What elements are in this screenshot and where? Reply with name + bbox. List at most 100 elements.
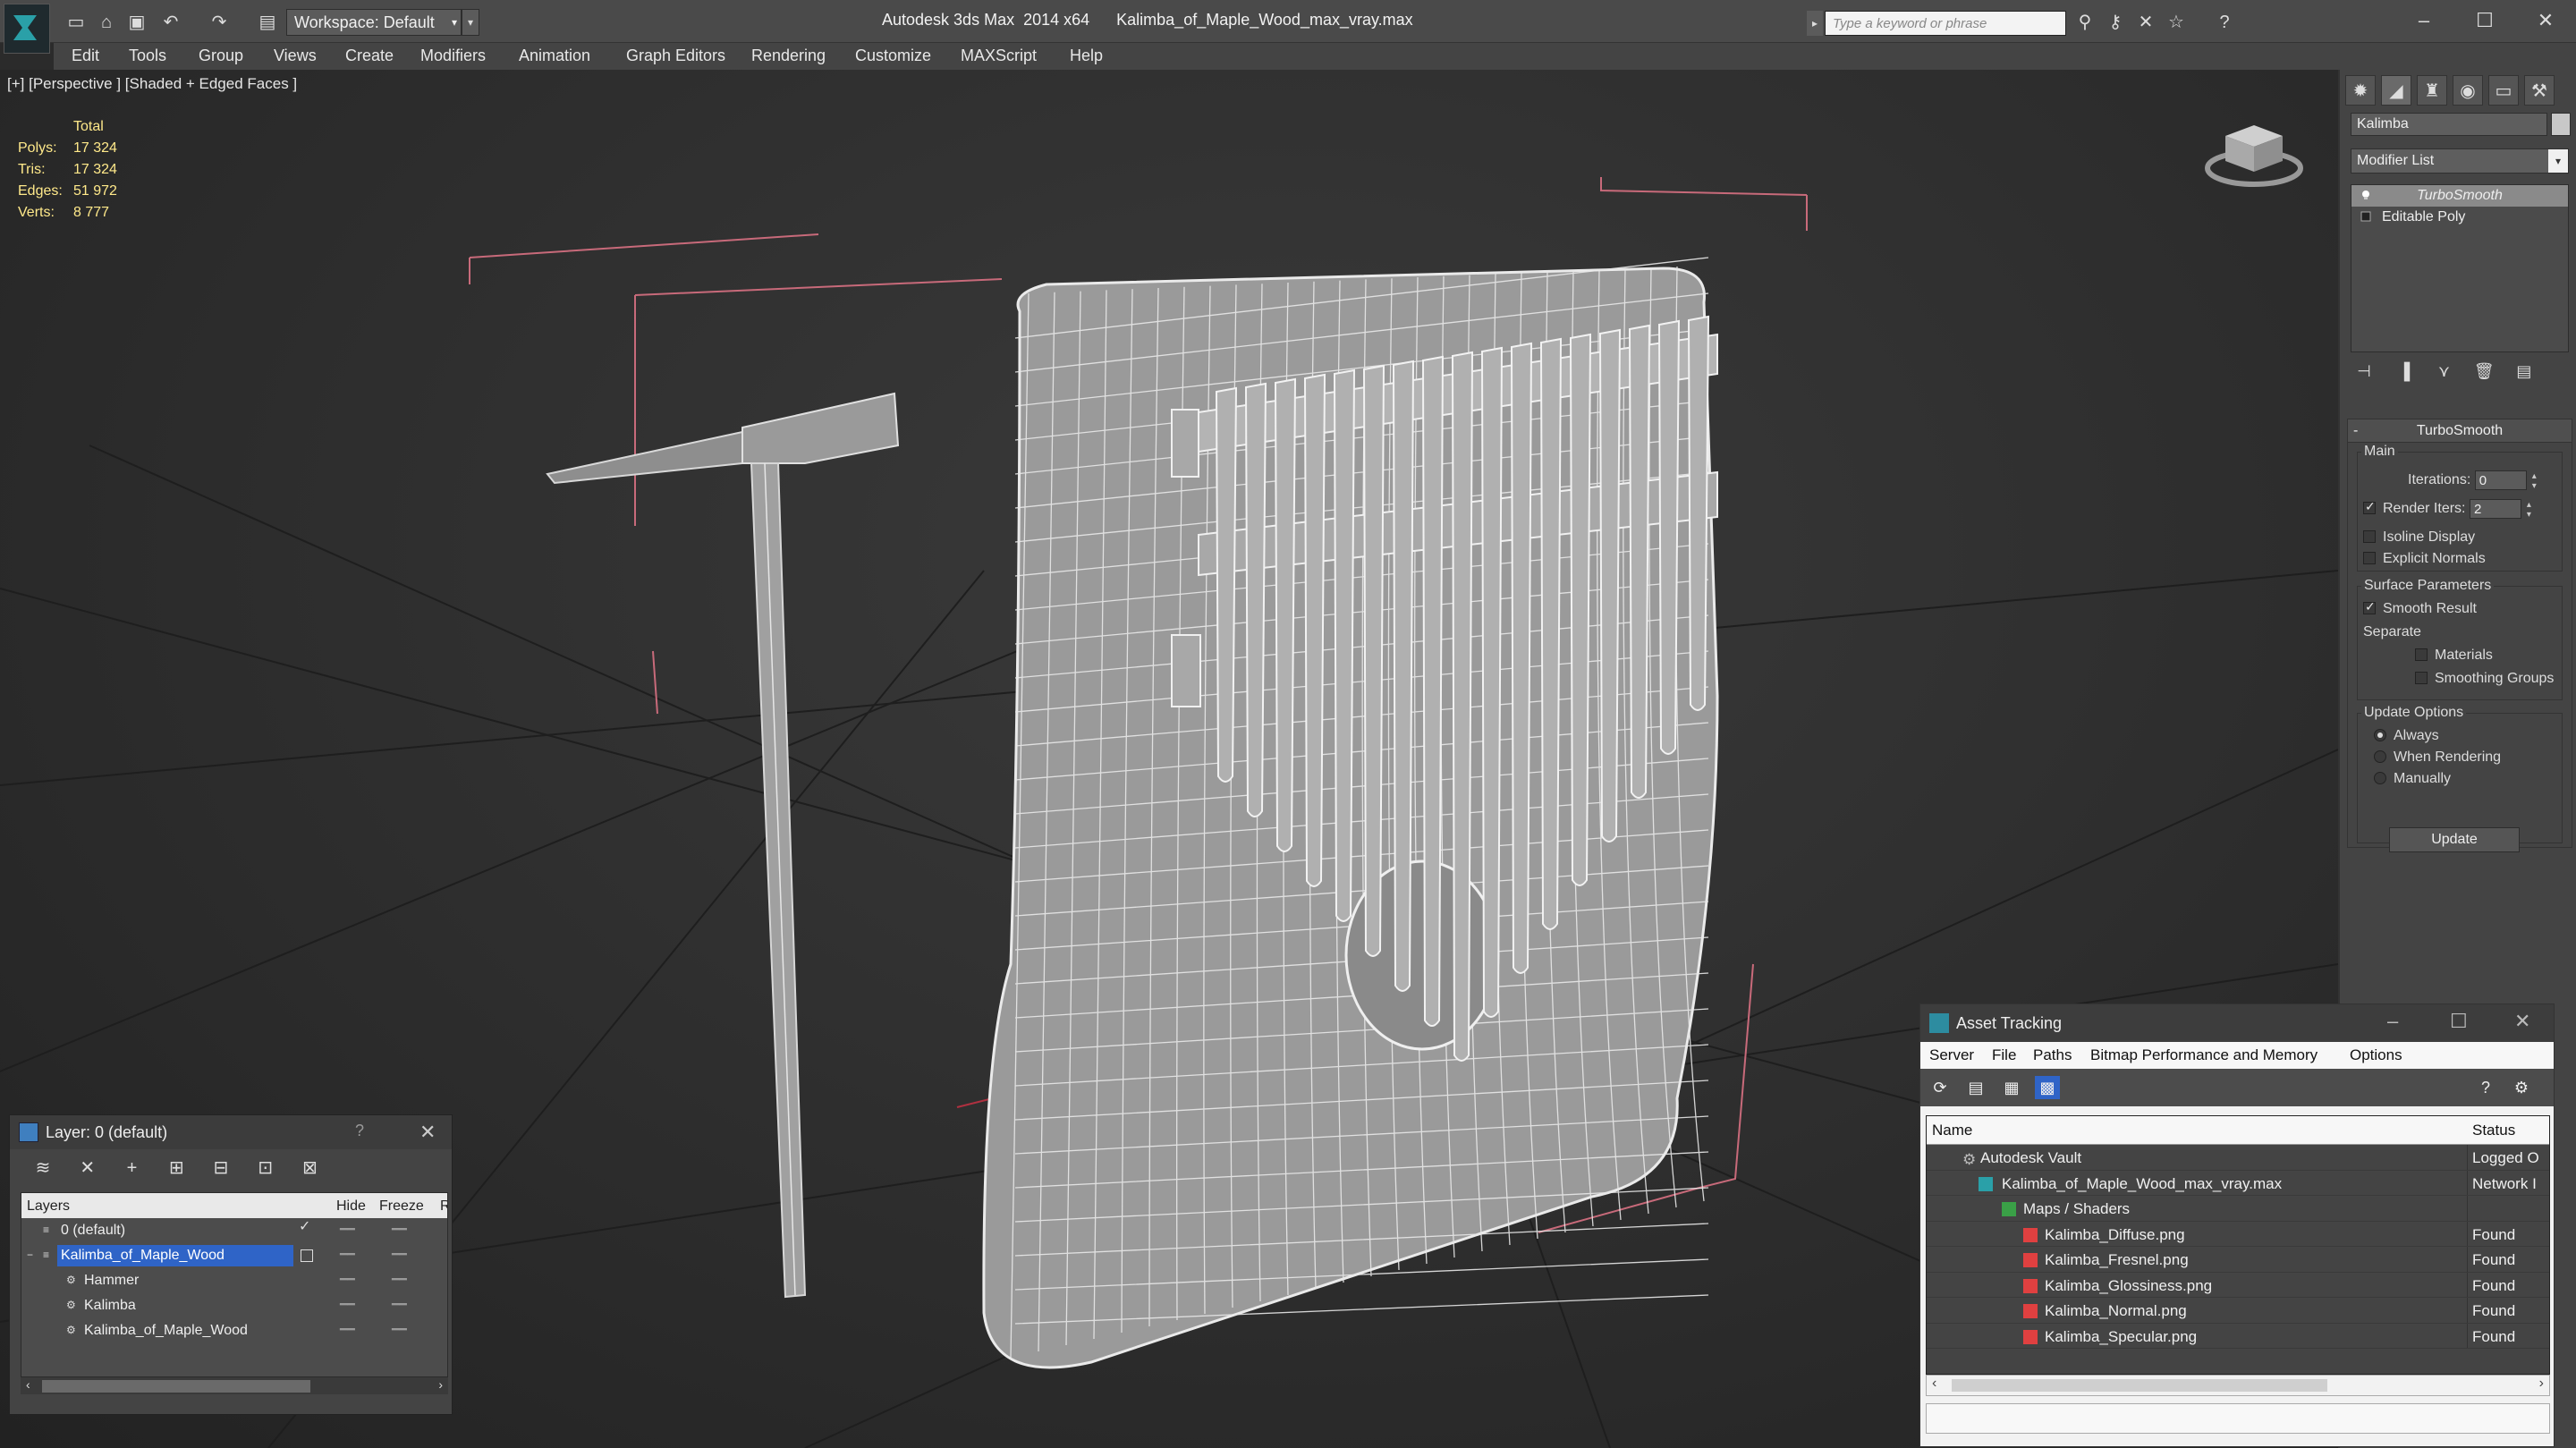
- scroll-left-icon[interactable]: ‹: [1932, 1376, 1936, 1392]
- freeze-toggle[interactable]: ━━: [392, 1222, 407, 1237]
- asset-row[interactable]: Kalimba_Normal.png Found: [1927, 1298, 2549, 1324]
- make-unique-icon[interactable]: ⋎: [2430, 360, 2457, 383]
- minimize-button[interactable]: –: [2406, 5, 2442, 36]
- hide-toggle[interactable]: ━━: [340, 1297, 355, 1312]
- menu-group[interactable]: Group: [199, 47, 243, 65]
- asset-menu-bitmap-performance[interactable]: Bitmap Performance and Memory: [2090, 1046, 2318, 1064]
- menu-help[interactable]: Help: [1070, 47, 1103, 65]
- detail-view-icon[interactable]: ▦: [1999, 1076, 2024, 1099]
- object-color-swatch[interactable]: [2551, 113, 2571, 136]
- smoothing-groups-checkbox[interactable]: [2415, 672, 2428, 684]
- render-iters-spinner[interactable]: 2: [2469, 499, 2533, 520]
- layer-row[interactable]: ⚙ Hammer ━━ ━━: [21, 1268, 447, 1293]
- stack-item-editable-poly[interactable]: Editable Poly: [2351, 207, 2568, 228]
- object-name-input[interactable]: Kalimba: [2351, 113, 2547, 136]
- stack-item-turbosmooth[interactable]: TurboSmooth: [2351, 185, 2568, 207]
- hide-layer-icon[interactable]: ⊠: [294, 1156, 325, 1179]
- lightbulb-icon[interactable]: [2360, 190, 2371, 200]
- delete-layer-icon[interactable]: ✕: [72, 1156, 103, 1179]
- freeze-toggle[interactable]: ━━: [392, 1247, 407, 1262]
- hide-toggle[interactable]: ━━: [340, 1247, 355, 1262]
- menu-tools[interactable]: Tools: [129, 47, 166, 65]
- close-icon[interactable]: ✕: [419, 1121, 436, 1144]
- redo-icon[interactable]: ↷: [208, 11, 231, 34]
- asset-row[interactable]: ⚙ Autodesk Vault Logged O: [1927, 1145, 2549, 1171]
- menu-graph-editors[interactable]: Graph Editors: [626, 47, 725, 65]
- hide-toggle[interactable]: ━━: [340, 1322, 355, 1337]
- current-layer-check-icon[interactable]: ✓: [299, 1220, 310, 1234]
- iterations-spinner[interactable]: 0: [2474, 470, 2538, 491]
- utilities-tab-icon[interactable]: ⚒: [2524, 75, 2555, 106]
- asset-menu-file[interactable]: File: [1992, 1046, 2016, 1064]
- close-window-button[interactable]: ✕: [2528, 5, 2563, 36]
- refresh-icon[interactable]: ⟳: [1928, 1076, 1953, 1099]
- update-button[interactable]: Update: [2389, 827, 2520, 852]
- asset-tracking-titlebar[interactable]: Asset Tracking – ☐ ✕: [1920, 1004, 2554, 1042]
- undo-icon[interactable]: ↶: [159, 11, 182, 34]
- freeze-toggle[interactable]: ━━: [392, 1272, 407, 1287]
- asset-path-field[interactable]: [1926, 1403, 2550, 1434]
- explicit-normals-checkbox[interactable]: [2363, 552, 2376, 564]
- rollout-header[interactable]: - TurboSmooth: [2348, 419, 2572, 443]
- layer-row[interactable]: ⚙ Kalimba_of_Maple_Wood ━━ ━━: [21, 1318, 447, 1343]
- save-file-icon[interactable]: ▣: [125, 11, 148, 34]
- smooth-result-checkbox[interactable]: [2363, 599, 2376, 614]
- asset-row[interactable]: Kalimba_Specular.png Found: [1927, 1323, 2549, 1349]
- modify-tab-icon[interactable]: ◢: [2381, 75, 2411, 106]
- favorite-star-icon[interactable]: ☆: [2165, 11, 2188, 34]
- layer-row[interactable]: − ≡ Kalimba_of_Maple_Wood ━━ ━━: [21, 1243, 447, 1268]
- isoline-checkbox[interactable]: [2363, 530, 2376, 543]
- column-render[interactable]: R: [440, 1198, 447, 1215]
- open-file-icon[interactable]: ⌂: [95, 11, 118, 34]
- set-current-box-icon[interactable]: [301, 1249, 313, 1262]
- key-icon[interactable]: ⚷: [2104, 11, 2127, 34]
- asset-menu-paths[interactable]: Paths: [2033, 1046, 2072, 1064]
- menu-animation[interactable]: Animation: [519, 47, 590, 65]
- modifier-list-dropdown[interactable]: Modifier List ▾: [2351, 148, 2569, 174]
- help-icon[interactable]: ?: [355, 1122, 364, 1140]
- scroll-left-icon[interactable]: ‹: [26, 1377, 30, 1392]
- scrollbar-thumb[interactable]: [42, 1380, 310, 1393]
- freeze-toggle[interactable]: ━━: [392, 1297, 407, 1312]
- manually-radio[interactable]: [2374, 772, 2386, 784]
- asset-row[interactable]: Maps / Shaders: [1927, 1196, 2549, 1222]
- hide-toggle[interactable]: ━━: [340, 1222, 355, 1237]
- create-layer-icon[interactable]: +: [116, 1158, 147, 1179]
- highlight-layer-icon[interactable]: ⊡: [250, 1156, 281, 1179]
- menu-rendering[interactable]: Rendering: [751, 47, 826, 65]
- kalimba-model[interactable]: [982, 257, 1719, 1369]
- hammer-model[interactable]: [546, 392, 900, 1299]
- materials-checkbox[interactable]: [2415, 648, 2428, 661]
- hide-toggle[interactable]: ━━: [340, 1272, 355, 1287]
- viewport-label[interactable]: [+] [Perspective ] [Shaded + Edged Faces…: [7, 75, 297, 93]
- freeze-toggle[interactable]: ━━: [392, 1322, 407, 1337]
- menu-maxscript[interactable]: MAXScript: [961, 47, 1037, 65]
- create-tab-icon[interactable]: ✹: [2345, 75, 2376, 106]
- layer-row[interactable]: ⚙ Kalimba ━━ ━━: [21, 1293, 447, 1318]
- app-logo-button[interactable]: [4, 4, 50, 54]
- help-icon[interactable]: ?: [2213, 11, 2236, 34]
- maximize-button[interactable]: ☐: [2467, 5, 2503, 36]
- project-folder-icon[interactable]: ▤: [256, 11, 279, 34]
- add-selection-icon[interactable]: ⊞: [161, 1156, 191, 1179]
- table-view-icon[interactable]: ▩: [2035, 1076, 2060, 1099]
- select-objects-icon[interactable]: ⊟: [206, 1156, 236, 1179]
- asset-row[interactable]: Kalimba_of_Maple_Wood_max_vray.max Netwo…: [1927, 1170, 2549, 1196]
- column-hide[interactable]: Hide: [336, 1198, 366, 1215]
- close-icon[interactable]: ✕: [2514, 1010, 2530, 1033]
- search-input[interactable]: Type a keyword or phrase: [1825, 11, 2066, 36]
- binoculars-icon[interactable]: ⚲: [2073, 11, 2097, 34]
- column-layers[interactable]: Layers: [27, 1198, 70, 1215]
- layer-dialog-titlebar[interactable]: Layer: 0 (default) ? ✕: [10, 1115, 452, 1149]
- new-file-icon[interactable]: ▭: [64, 11, 88, 34]
- scroll-right-icon[interactable]: ›: [438, 1377, 443, 1392]
- remove-modifier-icon[interactable]: 🗑: [2470, 360, 2497, 383]
- minimize-icon[interactable]: –: [2387, 1010, 2398, 1033]
- menu-create[interactable]: Create: [345, 47, 394, 65]
- asset-menu-options[interactable]: Options: [2350, 1046, 2402, 1064]
- show-end-result-icon[interactable]: ▐: [2391, 360, 2418, 383]
- maximize-icon[interactable]: ☐: [2450, 1010, 2468, 1033]
- display-tab-icon[interactable]: ▭: [2488, 75, 2519, 106]
- layer-options-icon[interactable]: ≋: [28, 1156, 58, 1179]
- menu-customize[interactable]: Customize: [855, 47, 931, 65]
